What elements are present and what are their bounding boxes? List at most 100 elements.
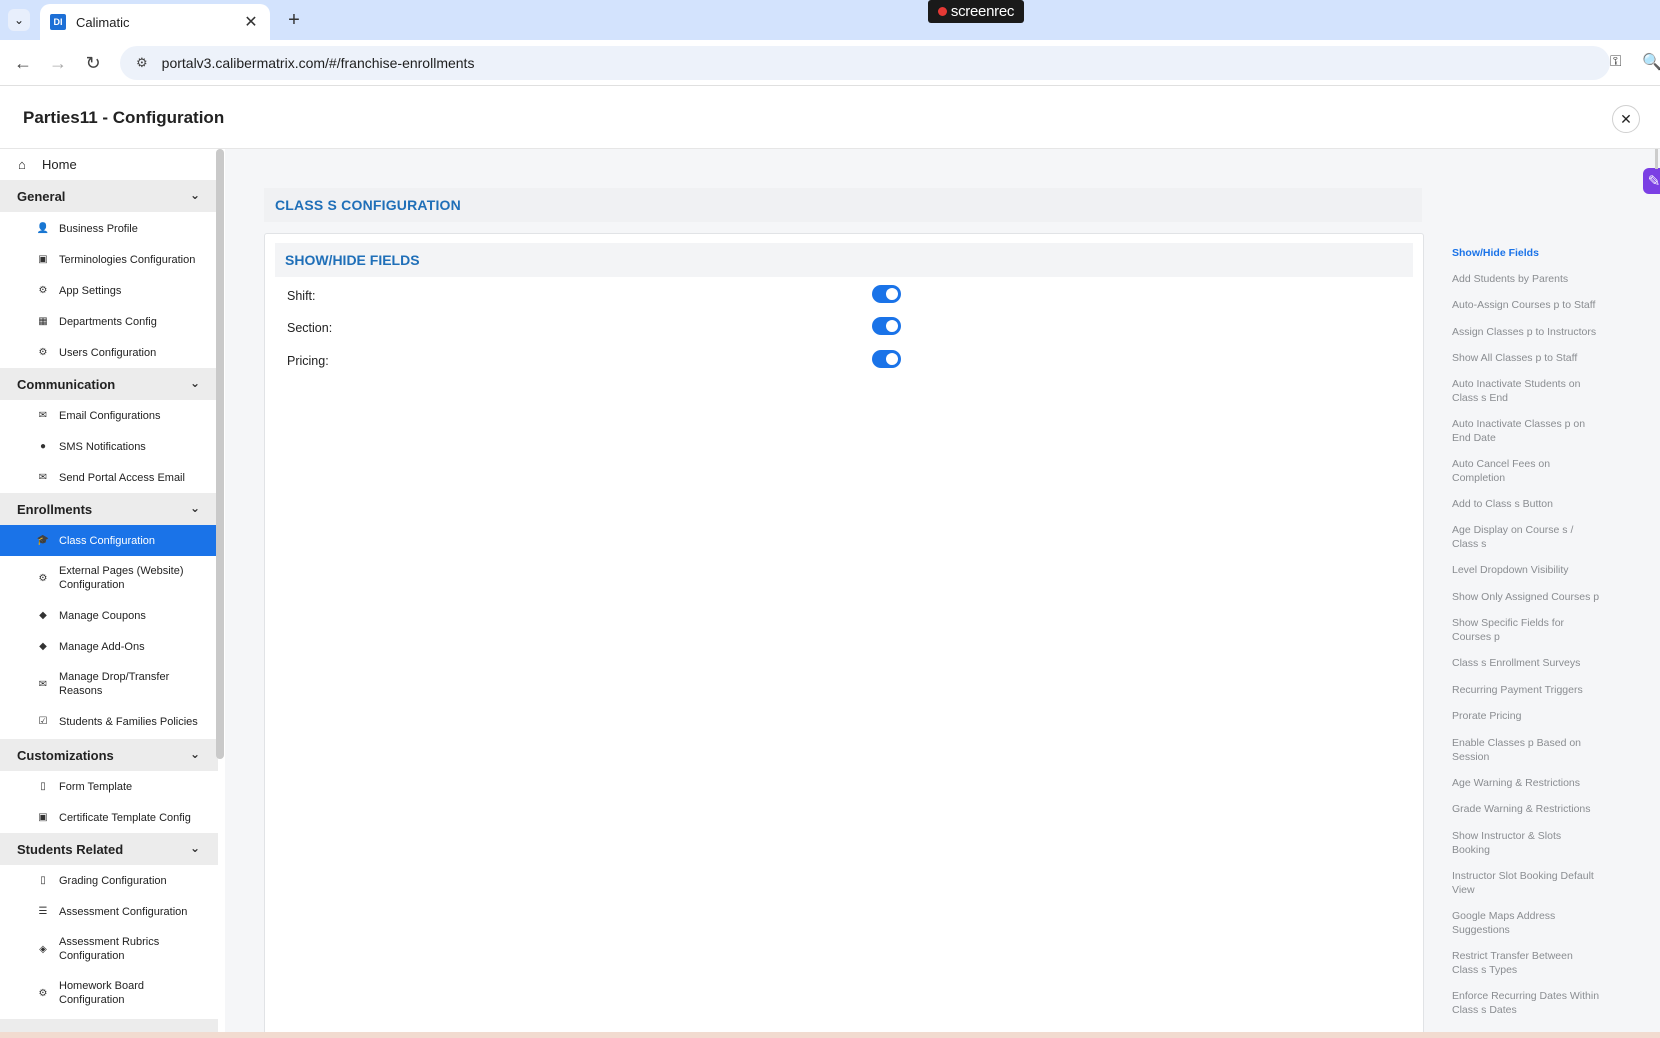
anchor-auto-inactivate-students[interactable]: Auto Inactivate Students on Class s End (1452, 378, 1612, 405)
anchor-google-maps[interactable]: Google Maps Address Suggestions (1452, 910, 1612, 937)
sidebar-item-app-settings[interactable]: ⚙ App Settings (0, 275, 218, 306)
anchor-label-line2: End Date (1452, 431, 1496, 444)
sidebar-scrollbar[interactable] (216, 149, 224, 759)
sidebar-item-terminologies[interactable]: ▣ Terminologies Configuration (0, 244, 218, 275)
sidebar-item-email-configurations[interactable]: ✉ Email Configurations (0, 400, 218, 431)
sidebar-section-customizations[interactable]: Customizations ⌄ (0, 739, 218, 771)
tab-search-chevron-down-icon[interactable]: ⌄ (8, 9, 30, 31)
new-tab-plus-icon[interactable]: + (282, 8, 306, 32)
anchor-enforce-recurring-dates[interactable]: Enforce Recurring Dates Within Class s D… (1452, 990, 1612, 1017)
anchor-age-display[interactable]: Age Display on Course s / Class s (1452, 524, 1612, 551)
reload-icon[interactable]: ↻ (80, 50, 106, 76)
anchor-auto-inactivate-classes[interactable]: Auto Inactivate Classes p on End Date (1452, 418, 1612, 445)
tags-icon: ◆ (39, 641, 47, 652)
chevron-down-icon: ⌄ (189, 841, 200, 855)
chevron-down-icon: ⌄ (189, 747, 200, 761)
sidebar-item-sms-notifications[interactable]: ● SMS Notifications (0, 431, 218, 462)
sidebar-section-communication[interactable]: Communication ⌄ (0, 368, 218, 400)
sidebar-item-label: Form Template (59, 780, 133, 793)
user-icon: 👤 (36, 223, 50, 234)
anchor-instructor-slot-default-view[interactable]: Instructor Slot Booking Default View (1452, 870, 1612, 897)
sidebar-section-general[interactable]: General ⌄ (0, 180, 218, 212)
anchor-grade-warning[interactable]: Grade Warning & Restrictions (1452, 803, 1612, 817)
zoom-magnifier-icon[interactable]: 🔍 (1642, 52, 1660, 72)
tab-close-icon[interactable]: ✕ (242, 12, 260, 32)
sidebar-item-form-template[interactable]: ▯ Form Template (0, 771, 218, 802)
anchor-recurring-payment-triggers[interactable]: Recurring Payment Triggers (1452, 684, 1612, 698)
sidebar-item-label-wrap: Homework Board Configuration (59, 979, 144, 1007)
sidebar-item-label: App Settings (59, 284, 122, 297)
sidebar-item-manage-drop-transfer[interactable]: ✉ Manage Drop/Transfer Reasons (0, 662, 218, 706)
sidebar-item-business-profile[interactable]: 👤 Business Profile (0, 213, 218, 244)
anchor-show-instructor-slots[interactable]: Show Instructor & Slots Booking (1452, 830, 1612, 857)
sidebar-section-title: Students Related (17, 841, 124, 857)
cube-icon: ◈ (39, 943, 47, 955)
sidebar-item-manage-add-ons[interactable]: ◆ Manage Add-Ons (0, 631, 218, 662)
show-hide-fields-card: SHOW/HIDE FIELDS Shift: Section: Pricing… (264, 233, 1424, 1038)
graduation-cap-icon: 🎓 (36, 535, 50, 546)
anchor-add-to-class-button[interactable]: Add to Class s Button (1452, 498, 1612, 512)
sidebar-item-class-configuration[interactable]: 🎓 Class Configuration (0, 525, 218, 556)
sidebar-item-external-pages[interactable]: ⚙ External Pages (Website) Configuration (0, 556, 218, 600)
anchor-label-line2: Booking (1452, 843, 1490, 856)
url-text: portalv3.calibermatrix.com/#/franchise-e… (161, 55, 475, 71)
shift-toggle[interactable] (872, 285, 901, 303)
sidebar-item-send-portal-access-email[interactable]: ✉ Send Portal Access Email (0, 462, 218, 493)
sidebar-item-label: Manage Coupons (59, 609, 146, 622)
site-info-tune-icon[interactable]: ⚙ (136, 55, 148, 71)
back-arrow-icon[interactable]: ← (10, 50, 36, 76)
sidebar-section-enrollments[interactable]: Enrollments ⌄ (0, 493, 218, 525)
list-icon: ☰ (38, 906, 48, 917)
sidebar-item-students-families-policies[interactable]: ☑ Students & Families Policies (0, 706, 218, 737)
sidebar-item-label-wrap: Manage Drop/Transfer Reasons (59, 670, 169, 698)
anchor-enrollment-surveys[interactable]: Class s Enrollment Surveys (1452, 657, 1612, 671)
sidebar-item-users-configuration[interactable]: ⚙ Users Configuration (0, 337, 218, 368)
sidebar-item-manage-coupons[interactable]: ◆ Manage Coupons (0, 600, 218, 631)
sidebar-item-label: Manage Drop/Transfer (59, 671, 170, 683)
anchor-show-specific-fields[interactable]: Show Specific Fields for Courses p (1452, 617, 1612, 644)
forward-arrow-icon[interactable]: → (45, 50, 71, 76)
anchor-show-hide-fields[interactable]: Show/Hide Fields (1452, 247, 1612, 261)
home-icon: ⌂ (18, 156, 26, 172)
image-icon: ▣ (38, 254, 48, 265)
sidebar-item-label-line2: Configuration (59, 950, 125, 962)
anchor-auto-cancel-fees[interactable]: Auto Cancel Fees on Completion (1452, 458, 1612, 485)
anchor-add-students-by-parents[interactable]: Add Students by Parents (1452, 273, 1612, 287)
browser-tab[interactable]: DI Calimatic ✕ (40, 4, 270, 40)
close-modal-button[interactable]: ✕ (1612, 105, 1640, 133)
field-row-shift: Shift: (287, 284, 901, 308)
anchor-label: Enable Classes p Based on (1452, 737, 1581, 749)
pricing-toggle[interactable] (872, 350, 901, 368)
sidebar-section-students-related[interactable]: Students Related ⌄ (0, 833, 218, 865)
section-toggle[interactable] (872, 317, 901, 335)
anchor-age-warning[interactable]: Age Warning & Restrictions (1452, 777, 1612, 791)
main-scrollbar[interactable] (1655, 149, 1658, 169)
anchor-auto-assign-courses[interactable]: Auto-Assign Courses p to Staff (1452, 299, 1612, 313)
sidebar-item-assessment-rubrics[interactable]: ◈ Assessment Rubrics Configuration (0, 927, 218, 971)
sidebar-item-home[interactable]: ⌂ Home (0, 149, 218, 179)
anchor-restrict-transfer[interactable]: Restrict Transfer Between Class s Types (1452, 950, 1612, 977)
sidebar-item-label-line2: Configuration (59, 994, 125, 1006)
building-icon: ▦ (38, 316, 48, 327)
anchor-enable-classes-session[interactable]: Enable Classes p Based on Session (1452, 737, 1612, 764)
envelope-icon: ✉ (38, 678, 48, 690)
anchor-show-only-assigned-courses[interactable]: Show Only Assigned Courses p (1452, 591, 1612, 605)
pen-extension-icon[interactable]: ✎ (1643, 168, 1660, 194)
sidebar-item-label: Students & Families Policies (59, 715, 198, 728)
anchor-label-line2: View (1452, 883, 1475, 896)
sidebar-section-title: General (17, 188, 66, 204)
password-key-icon[interactable]: ⚿ (1610, 53, 1621, 70)
anchor-show-all-classes[interactable]: Show All Classes p to Staff (1452, 352, 1612, 366)
anchor-level-dropdown-visibility[interactable]: Level Dropdown Visibility (1452, 564, 1612, 578)
sidebar-item-departments[interactable]: ▦ Departments Config (0, 306, 218, 337)
anchor-prorate-pricing[interactable]: Prorate Pricing (1452, 710, 1612, 724)
tags-icon: ◆ (39, 610, 47, 621)
sidebar-item-grading-configuration[interactable]: ▯ Grading Configuration (0, 865, 218, 896)
sidebar-item-label: Home (42, 156, 77, 172)
sidebar-item-assessment-configuration[interactable]: ☰ Assessment Configuration (0, 896, 218, 927)
url-field[interactable]: ⚙ portalv3.calibermatrix.com/#/franchise… (120, 46, 1610, 80)
sidebar-item-certificate-template[interactable]: ▣ Certificate Template Config (0, 802, 218, 833)
anchor-assign-classes[interactable]: Assign Classes p to Instructors (1452, 326, 1612, 340)
sidebar-item-homework-board[interactable]: ⚙ Homework Board Configuration (0, 971, 218, 1015)
sidebar-section-partial[interactable] (0, 1019, 218, 1032)
